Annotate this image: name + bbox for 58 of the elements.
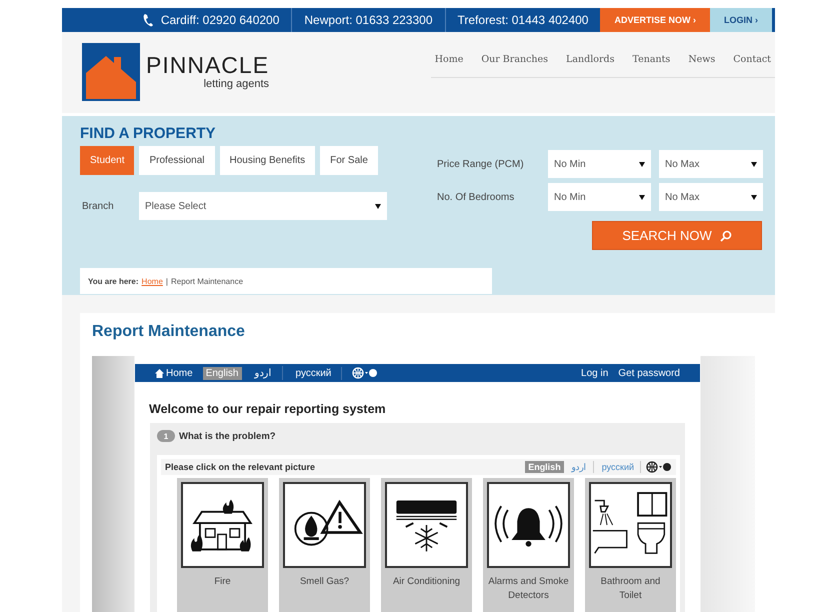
login-link[interactable]: Log in bbox=[581, 368, 608, 378]
field-label: No. Of Bedrooms bbox=[437, 192, 516, 202]
property-tab[interactable]: For Sale bbox=[320, 146, 378, 175]
caret-icon bbox=[639, 194, 645, 200]
caret-icon bbox=[375, 204, 381, 208]
language-menu-icon[interactable] bbox=[646, 461, 672, 473]
logo-name: PINNACLE bbox=[146, 54, 270, 77]
nav-link[interactable]: Home bbox=[434, 54, 464, 65]
max-select[interactable]: No Max bbox=[659, 150, 763, 178]
ringing-bell-icon bbox=[487, 482, 570, 568]
home-link[interactable]: Home bbox=[155, 368, 193, 378]
category-tile[interactable]: Alarms and Smoke Detectors bbox=[483, 478, 574, 612]
phone-icon bbox=[142, 13, 155, 27]
min-select[interactable]: No Min bbox=[548, 150, 651, 178]
branch-select[interactable]: Please Select bbox=[139, 192, 387, 220]
bathroom-icon bbox=[589, 482, 672, 568]
field-label: Price Range (PCM) bbox=[437, 158, 525, 170]
phone-number: Treforest: 01443 402400 bbox=[458, 13, 588, 27]
home-icon bbox=[155, 368, 164, 378]
breadcrumb-current: Report Maintenance bbox=[170, 276, 244, 286]
language-link[interactable]: русский bbox=[292, 366, 342, 380]
nav-link[interactable]: Contact bbox=[733, 54, 771, 65]
category-tile[interactable]: Bathroom and Toilet bbox=[585, 478, 676, 612]
property-tab[interactable]: Housing Benefits bbox=[220, 146, 316, 175]
password-link[interactable]: Get password bbox=[618, 368, 680, 378]
air-conditioner-icon bbox=[385, 482, 468, 568]
instruction-text: Please click on the relevant picture bbox=[165, 462, 316, 472]
min-select[interactable]: No Min bbox=[548, 183, 651, 211]
section-title: FIND A PROPERTY bbox=[80, 125, 217, 142]
phone-number: Newport: 01633 223300 bbox=[304, 13, 432, 27]
nav-link[interactable]: Tenants bbox=[632, 54, 670, 65]
house-logo-icon bbox=[82, 43, 140, 101]
max-select[interactable]: No Max bbox=[659, 183, 763, 211]
category-tile[interactable]: Fire bbox=[177, 478, 268, 612]
property-tab[interactable]: Professional bbox=[139, 146, 215, 175]
category-tile[interactable]: Air Conditioning bbox=[381, 478, 472, 612]
welcome-heading: Welcome to our repair reporting system bbox=[149, 402, 387, 416]
phone-number: Cardiff: 02920 640200 bbox=[160, 13, 280, 27]
language-menu-icon[interactable] bbox=[352, 367, 378, 379]
caret-icon bbox=[639, 162, 645, 166]
language-link[interactable]: اردو bbox=[252, 366, 282, 380]
page-heading: Report Maintenance bbox=[92, 323, 246, 341]
category-tile[interactable]: Smell Gas? bbox=[279, 478, 370, 612]
step-number: 1 bbox=[157, 430, 175, 442]
nav-link[interactable]: News bbox=[688, 54, 716, 65]
breadcrumb-separator: | bbox=[166, 276, 168, 286]
gas-warning-icon bbox=[283, 482, 366, 568]
caret-icon bbox=[751, 162, 757, 166]
search-icon bbox=[720, 230, 732, 242]
caret-icon bbox=[751, 194, 757, 200]
step-question: What is the problem? bbox=[179, 430, 276, 442]
nav-link[interactable]: Our Branches bbox=[481, 54, 548, 65]
house-fire-icon bbox=[181, 482, 264, 568]
logo-tagline: letting agents bbox=[202, 78, 270, 90]
field-label: Branch bbox=[81, 200, 115, 212]
login-button[interactable]: LOGIN › bbox=[710, 8, 772, 32]
nav-link[interactable]: Landlords bbox=[566, 54, 614, 65]
breadcrumb-label: You are here: bbox=[88, 276, 139, 286]
